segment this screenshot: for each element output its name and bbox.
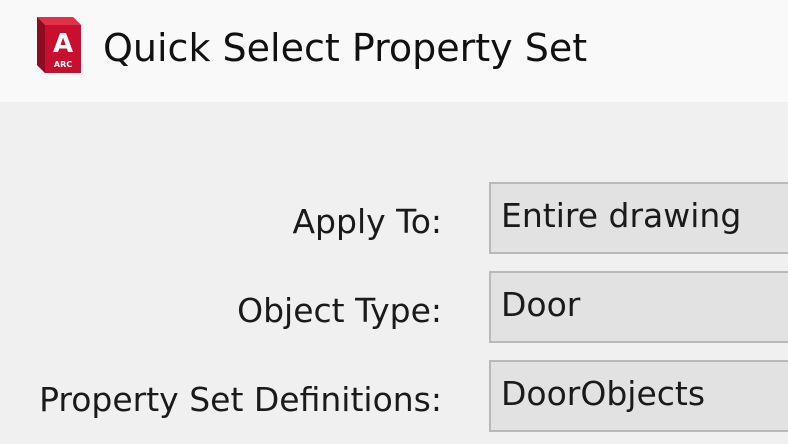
apply-to-label: Apply To:	[292, 202, 442, 241]
apply-to-dropdown[interactable]: Entire drawing	[489, 182, 788, 254]
app-logo-icon: A ARC	[37, 17, 81, 73]
object-type-label: Object Type:	[237, 291, 442, 330]
svg-text:ARC: ARC	[54, 60, 72, 69]
window-title: Quick Select Property Set	[103, 26, 588, 70]
object-type-value: Door	[501, 285, 581, 324]
title-bar[interactable]: A ARC Quick Select Property Set	[0, 0, 788, 102]
property-set-definitions-dropdown[interactable]: DoorObjects	[489, 360, 788, 432]
object-type-dropdown[interactable]: Door	[489, 271, 788, 343]
quick-select-property-set-dialog: A ARC Quick Select Property Set Apply To…	[0, 0, 788, 444]
apply-to-value: Entire drawing	[501, 196, 742, 235]
property-set-definitions-label: Property Set Definitions:	[39, 380, 442, 419]
property-set-definitions-value: DoorObjects	[501, 374, 706, 413]
svg-text:A: A	[53, 29, 73, 59]
dialog-body: Apply To: Entire drawing Object Type: Do…	[0, 102, 788, 444]
